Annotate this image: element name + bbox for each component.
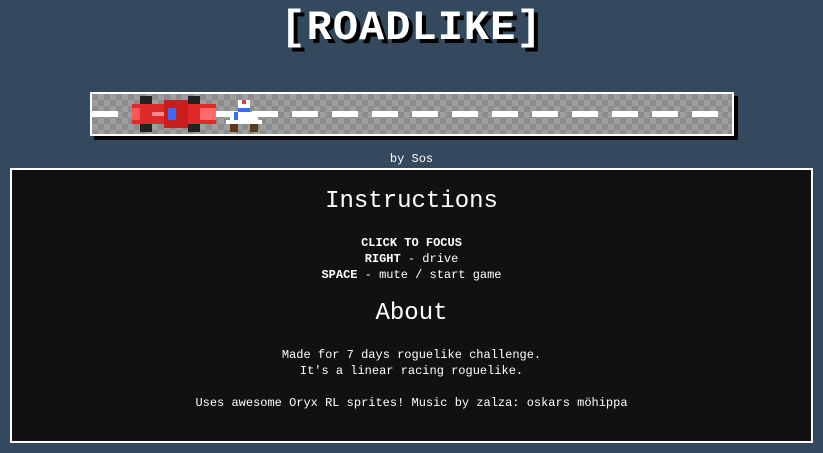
about-line: Made for 7 days roguelike challenge. [281,348,542,362]
driver-icon [226,100,262,132]
instruction-key: CLICK TO FOCUS [361,236,462,250]
instruction-text: - mute / start game [357,268,502,282]
instruction-key: RIGHT [364,252,401,266]
instructions-heading: Instructions [325,188,498,215]
instruction-key: SPACE [321,268,358,282]
instruction-text: - drive [400,252,459,266]
instruction-line: RIGHT - drive [12,251,811,267]
game-title: [ROADLIKE] [280,4,543,52]
about-line: It's a linear racing roguelike. [299,364,524,378]
game-canvas[interactable] [90,92,734,136]
instruction-line: CLICK TO FOCUS [12,235,811,251]
instruction-line: SPACE - mute / start game [12,267,811,283]
about-credits: Uses awesome Oryx RL sprites! Music by z… [195,396,628,410]
author-byline: by Sos [389,152,434,166]
info-panel: Instructions CLICK TO FOCUS RIGHT - driv… [10,168,813,443]
game-page: [ROADLIKE] by Sos Instructions CLICK TO … [0,0,823,453]
race-car-icon [132,96,216,132]
about-heading: About [375,300,448,327]
